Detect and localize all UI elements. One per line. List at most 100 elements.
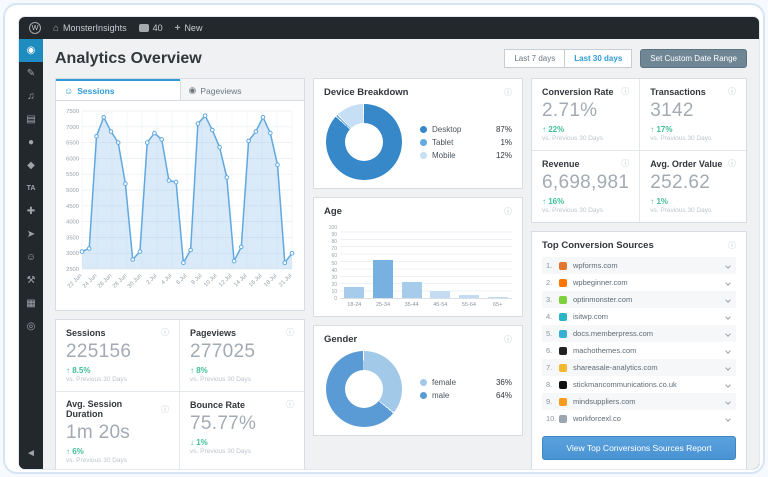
info-icon[interactable]: ⓘ	[621, 86, 629, 97]
last-7-days-button[interactable]: Last 7 days	[504, 49, 566, 68]
chevron-down-icon[interactable]	[725, 398, 731, 405]
info-icon[interactable]: ⓘ	[728, 86, 736, 97]
source-row-isitwp.com[interactable]: 4. isitwp.com	[542, 308, 736, 325]
date-range-group: Last 7 days Last 30 days	[504, 49, 633, 68]
wp-logo-menu[interactable]: W	[29, 22, 41, 34]
tools-icon: ⚒	[26, 274, 36, 286]
chart-tabs: ☺ Sessions ◉ Pageviews	[56, 79, 304, 101]
source-domain: wpbeginner.com	[573, 278, 628, 287]
svg-text:3000: 3000	[66, 251, 79, 257]
chevron-down-icon[interactable]	[725, 279, 731, 286]
sidebar-item-monsterinsights[interactable]: ◉	[19, 39, 43, 62]
chevron-down-icon[interactable]	[725, 381, 731, 388]
set-custom-date-range-button[interactable]: Set Custom Date Range	[640, 49, 747, 68]
legend-dot	[420, 138, 427, 146]
chevron-down-icon[interactable]	[725, 313, 731, 320]
source-row-wpbeginner.com[interactable]: 2. wpbeginner.com	[542, 274, 736, 291]
legend-item-mobile: Mobile 12%	[420, 151, 512, 160]
ecommerce-stat-conversion-rate: Conversion Rate ⓘ 2.71% ↑ 22% vs. Previous 3…	[532, 79, 641, 151]
sidebar-item-users[interactable]: ☺	[19, 246, 43, 269]
eye-icon: ◉	[188, 85, 197, 95]
source-row-wpforms.com[interactable]: 1. wpforms.com	[542, 257, 736, 274]
tab-sessions[interactable]: ☺ Sessions	[56, 79, 180, 100]
last-30-days-button[interactable]: Last 30 days	[564, 49, 633, 68]
new-menu[interactable]: + New	[175, 23, 203, 34]
top-conversion-sources-title: Top Conversion Sources	[542, 240, 654, 251]
svg-text:24 Jun: 24 Jun	[82, 273, 99, 290]
info-icon[interactable]: ⓘ	[286, 399, 294, 410]
svg-text:7500: 7500	[66, 109, 79, 115]
legend-dot	[420, 392, 427, 399]
info-icon[interactable]: ⓘ	[728, 158, 736, 169]
chevron-down-icon[interactable]	[725, 347, 731, 354]
tab-pageviews[interactable]: ◉ Pageviews	[179, 79, 304, 100]
sidebar-item-plugins[interactable]: ✚	[19, 200, 43, 223]
source-row-workforcexl.co[interactable]: 10. workforcexl.co	[542, 410, 736, 427]
comments-bubble-icon	[138, 24, 149, 32]
info-icon[interactable]: ⓘ	[728, 240, 736, 251]
source-row-docs.memberpress.com[interactable]: 5. docs.memberpress.com	[542, 325, 736, 342]
sidebar-item-settings[interactable]: ▦	[19, 292, 43, 315]
source-row-optinmonster.com[interactable]: 3. optinmonster.com	[542, 291, 736, 308]
gender-donut-chart	[326, 351, 402, 427]
source-row-mindsuppliers.com[interactable]: 9. mindsuppliers.com	[542, 393, 736, 410]
sidebar-item-seedprod[interactable]: ➤	[19, 223, 43, 246]
svg-text:2500: 2500	[66, 267, 79, 273]
svg-text:5500: 5500	[66, 172, 79, 178]
view-top-conversion-sources-report-button[interactable]: View Top Conversions Sources Report	[542, 436, 736, 460]
chevron-down-icon[interactable]	[725, 262, 731, 269]
age-x-label: 65+	[492, 302, 503, 308]
age-bar-55-64	[458, 295, 479, 298]
sidebar-item-pages[interactable]: ▤	[19, 108, 43, 131]
svg-text:3500: 3500	[66, 235, 79, 241]
source-domain: workforcexl.co	[573, 414, 621, 423]
source-rank: 6.	[546, 346, 553, 355]
stat-value: 75.77%	[190, 413, 257, 434]
chevron-down-icon[interactable]	[725, 330, 731, 337]
age-card: Age ⓘ 0 10 20 30 40 50 60 70 80 90 100 18-24 25-34 3…	[313, 197, 523, 317]
source-row-stickmancommunications.co.uk[interactable]: 8. stickmancommunications.co.uk	[542, 376, 736, 393]
stat-label: Avg. Session Duration	[66, 399, 123, 419]
sidebar-item-collapse-menu[interactable]: ◄	[19, 442, 43, 465]
site-menu[interactable]: ⌂ MonsterInsights	[53, 23, 127, 34]
info-icon[interactable]: ⓘ	[504, 87, 512, 98]
sidebar-item-downloads[interactable]: ◆	[19, 154, 43, 177]
info-icon[interactable]: ⓘ	[161, 327, 169, 338]
sidebar-item-comments[interactable]: ●	[19, 131, 43, 154]
age-x-label: 55-64	[461, 302, 476, 308]
chevron-down-icon[interactable]	[725, 415, 731, 422]
info-icon[interactable]: ⓘ	[161, 404, 169, 415]
info-icon[interactable]: ⓘ	[504, 206, 512, 217]
source-row-shareasale-analytics.com[interactable]: 7. shareasale-analytics.com	[542, 359, 736, 376]
tab-pageviews-label: Pageviews	[200, 85, 242, 96]
source-row-machothemes.com[interactable]: 6. machothemes.com	[542, 342, 736, 359]
device-breakdown-card: Device Breakdown ⓘ Desktop 87% Tablet 1% Mob…	[313, 78, 523, 189]
posts-icon: ✎	[26, 67, 36, 79]
sidebar-item-ta-plugin[interactable]: TA	[19, 177, 43, 200]
sidebar-item-awards[interactable]: ◎	[19, 315, 43, 338]
age-bar-chart: 0 10 20 30 40 50 60 70 80 90 100 18-24 25-34 35-44 45…	[324, 225, 512, 308]
chevron-down-icon[interactable]	[725, 296, 731, 303]
stat-label: Bounce Rate	[190, 399, 246, 410]
comments-count: 40	[152, 23, 163, 33]
comments-menu[interactable]: 40	[138, 23, 163, 33]
stat-value: 6,698,981	[542, 172, 630, 193]
info-icon[interactable]: ⓘ	[621, 158, 629, 169]
legend-item-desktop: Desktop 87%	[420, 125, 512, 134]
svg-text:6000: 6000	[66, 156, 79, 162]
age-x-label: 45-54	[433, 302, 448, 308]
svg-text:10 Jul: 10 Jul	[203, 273, 218, 288]
comments-icon: ●	[27, 136, 35, 148]
legend-label: female	[432, 378, 457, 387]
info-icon[interactable]: ⓘ	[504, 334, 512, 345]
sidebar-item-tools[interactable]: ⚒	[19, 269, 43, 292]
svg-text:4500: 4500	[66, 204, 79, 210]
chevron-down-icon[interactable]	[725, 364, 731, 371]
stat-value: 225156	[66, 341, 132, 362]
sidebar-item-media[interactable]: ♫	[19, 85, 43, 108]
stat-change: ↑ 1%	[650, 197, 669, 206]
info-icon[interactable]: ⓘ	[286, 327, 294, 338]
svg-text:30 Jun: 30 Jun	[127, 273, 144, 290]
admin-bar: W ⌂ MonsterInsights 40 + New	[19, 17, 759, 39]
sidebar-item-posts[interactable]: ✎	[19, 62, 43, 85]
